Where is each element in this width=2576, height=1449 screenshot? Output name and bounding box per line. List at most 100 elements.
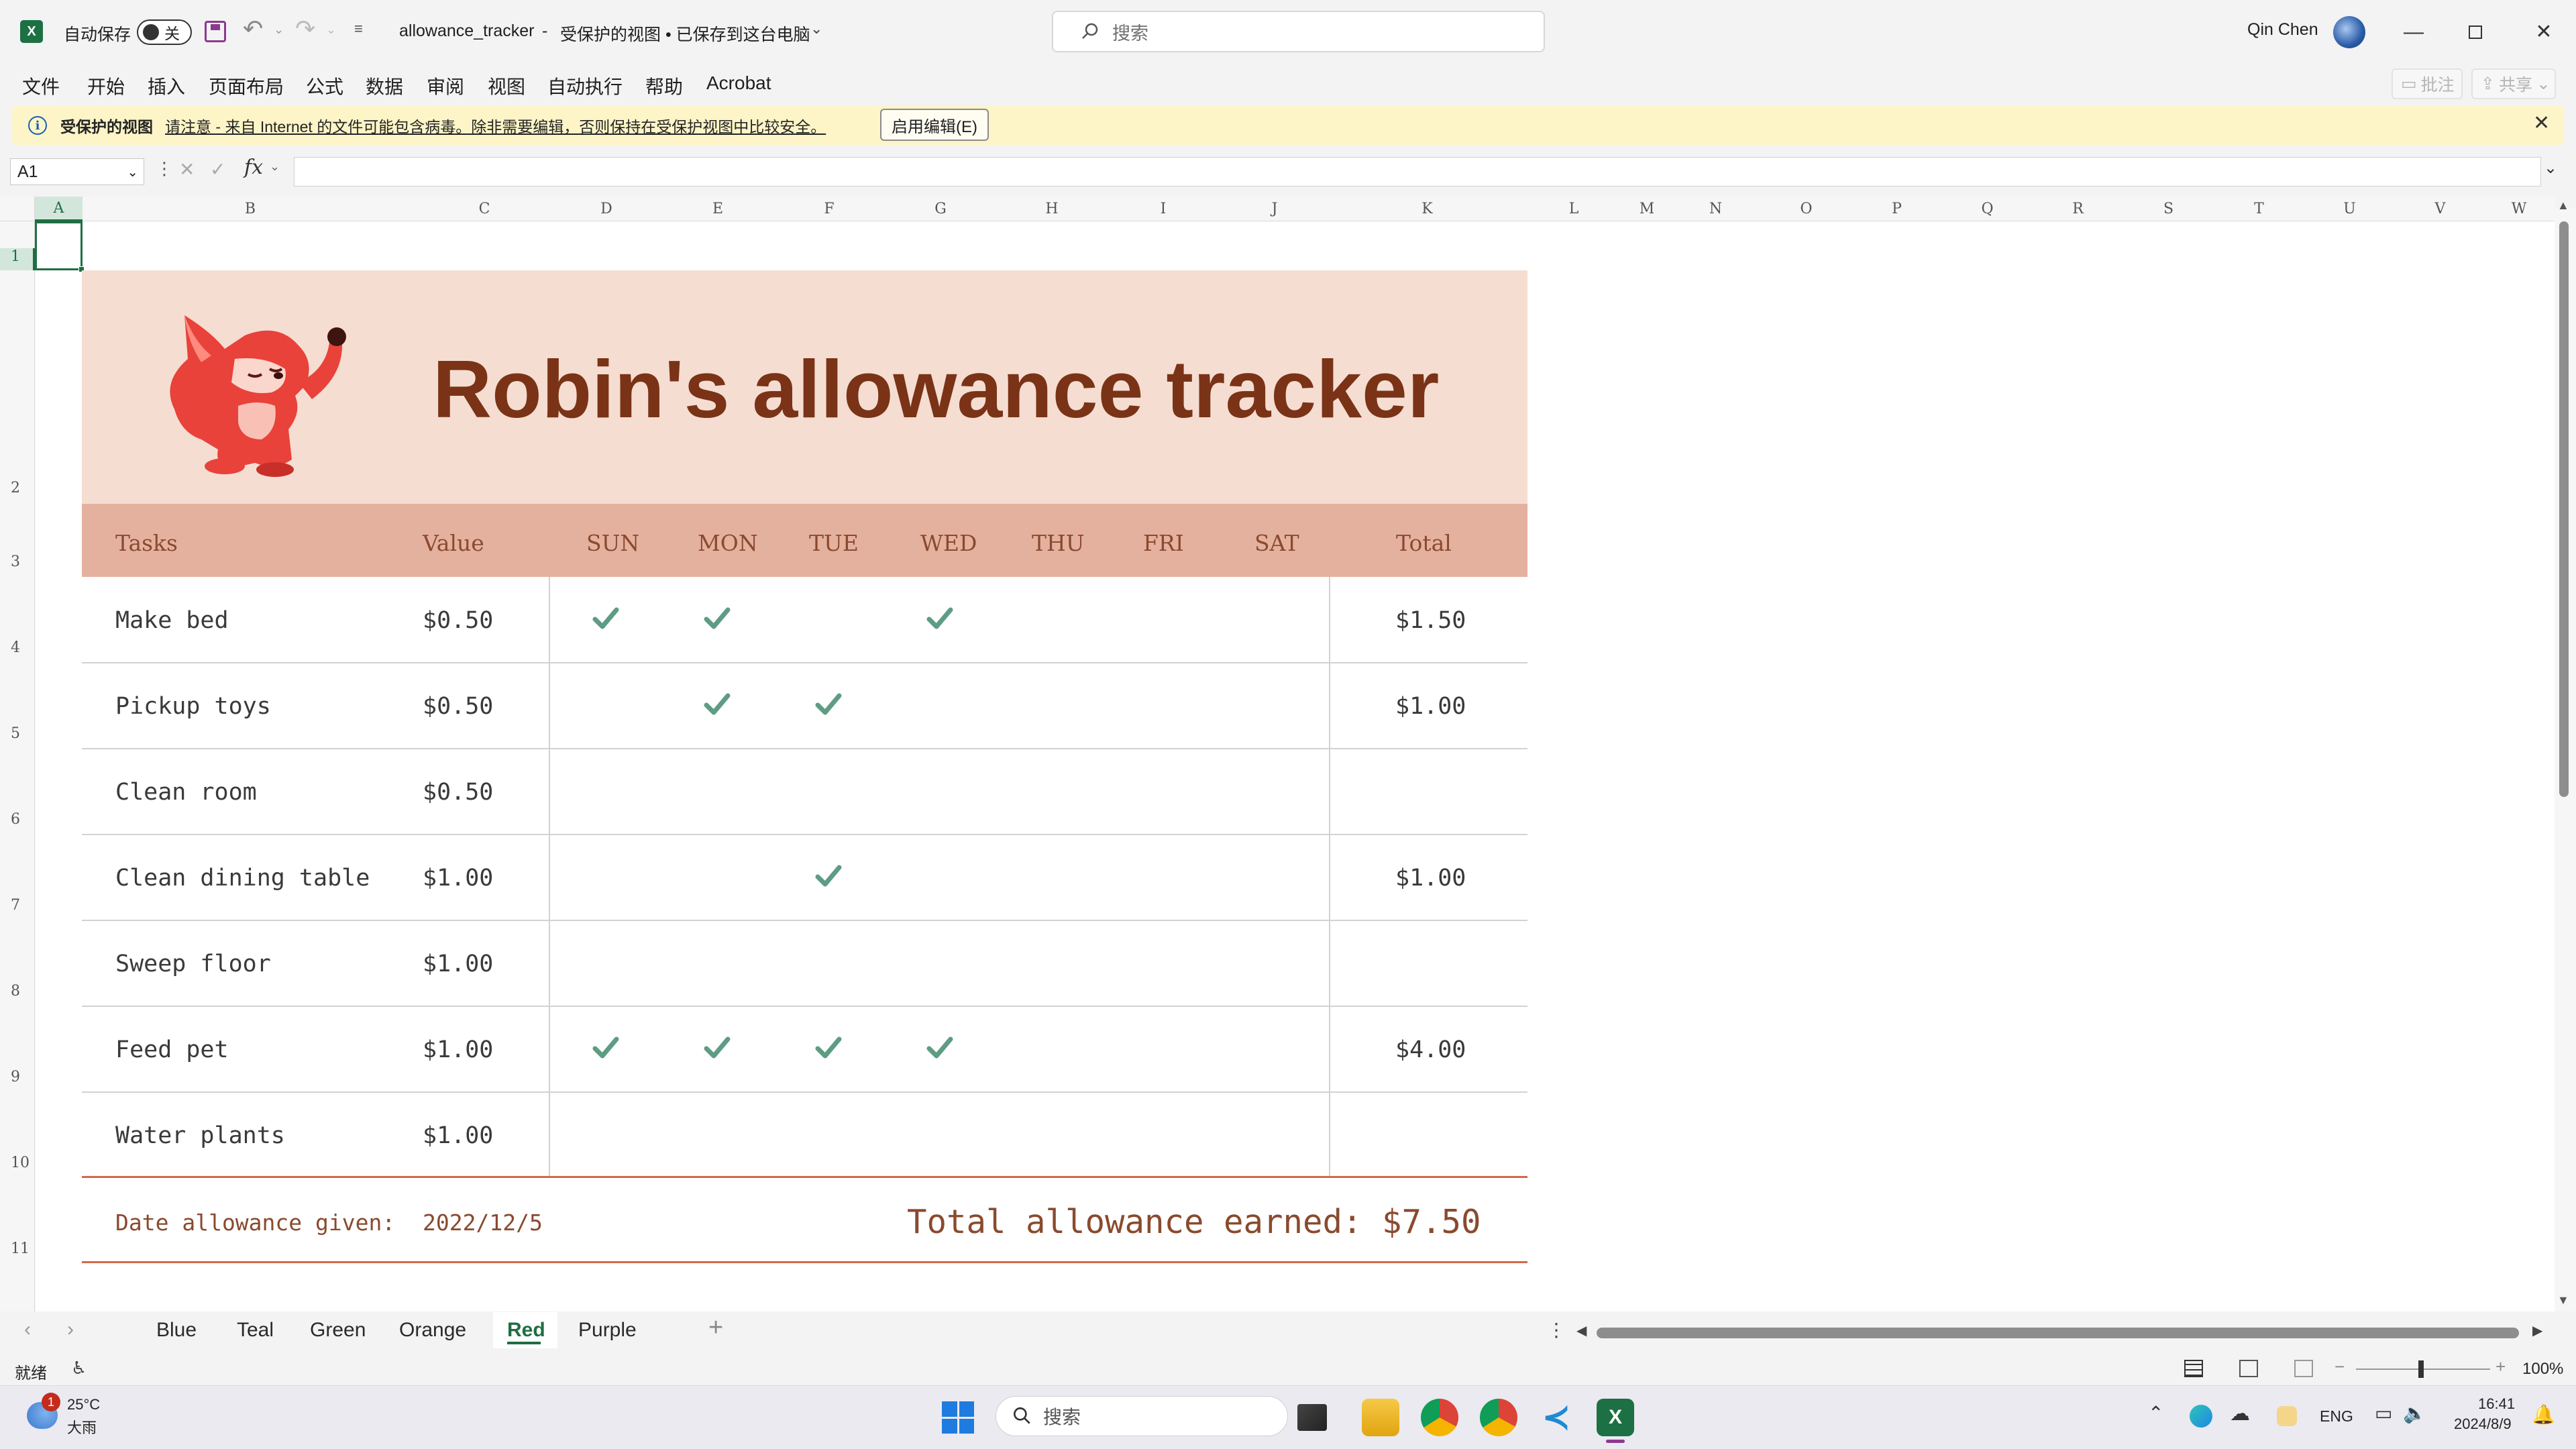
file-status[interactable]: 受保护的视图 • 已保存到这台电脑 [560,21,810,46]
menu-help[interactable]: 帮助 [645,72,683,99]
accessibility-icon[interactable]: ♿ [71,1358,87,1379]
minimize-button[interactable]: — [2383,0,2445,64]
insert-function-icon[interactable]: fx [244,156,263,179]
save-icon[interactable] [205,21,226,42]
col-header-u[interactable]: U [2304,197,2395,221]
page-break-view-icon[interactable] [2294,1360,2313,1377]
row-header-5[interactable]: 5 [0,725,35,742]
menu-page-layout[interactable]: 页面布局 [209,72,284,99]
redo-icon[interactable]: ↷ [295,15,315,43]
menu-home[interactable]: 开始 [87,72,125,99]
windows-start-icon[interactable] [942,1401,974,1434]
task-total[interactable]: $1.00 [1395,693,1466,720]
menu-automate[interactable]: 自动执行 [547,72,623,99]
menu-formulas[interactable]: 公式 [306,72,343,99]
vscode-icon[interactable]: ≺ [1538,1398,1575,1437]
taskbar-search[interactable]: 搜索 [996,1396,1288,1436]
formula-bar-more-icon[interactable]: ⋮ [156,158,173,179]
name-box[interactable]: A1 ⌄ [10,158,144,185]
col-header-s[interactable]: S [2123,197,2214,221]
sheet-tab-orange[interactable]: Orange [399,1319,466,1347]
sheet-tab-green[interactable]: Green [310,1319,366,1347]
expand-formula-bar-icon[interactable]: ⌄ [2544,158,2557,178]
menu-data[interactable]: 数据 [366,72,403,99]
task-name[interactable]: Sweep floor [115,951,271,977]
zoom-in-icon[interactable]: + [2496,1356,2506,1377]
show-hidden-icons[interactable]: ⌃ [2148,1402,2163,1424]
hscroll-left-icon[interactable]: ◀ [1576,1322,1587,1339]
network-icon[interactable]: ▭ [2375,1402,2392,1424]
col-header-h[interactable]: H [996,197,1108,221]
normal-view-icon[interactable] [2184,1360,2203,1377]
page-layout-view-icon[interactable] [2239,1360,2258,1377]
weather-temp[interactable]: 25°C [67,1396,100,1413]
user-name[interactable]: Qin Chen [2247,20,2318,40]
close-protected-bar-icon[interactable]: ✕ [2533,111,2550,135]
zoom-slider-thumb[interactable] [2418,1360,2424,1378]
zoom-out-icon[interactable]: − [2334,1356,2345,1377]
row-header-2[interactable]: 2 [0,480,35,496]
file-explorer-icon[interactable] [1362,1399,1399,1436]
col-header-g[interactable]: G [885,197,996,221]
row-header-8[interactable]: 8 [0,983,35,1000]
avatar[interactable] [2333,16,2365,48]
undo-dropdown-icon[interactable]: ⌄ [274,23,284,37]
task-value[interactable]: $1.00 [423,1122,493,1149]
redo-dropdown-icon[interactable]: ⌄ [326,23,336,37]
task-value[interactable]: $0.50 [423,693,493,720]
row-header-4[interactable]: 4 [0,639,35,656]
weather-desc[interactable]: 大雨 [67,1416,97,1438]
clock-date[interactable]: 2024/8/9 [2454,1415,2512,1433]
vertical-scroll-thumb[interactable] [2559,221,2569,797]
task-name[interactable]: Water plants [115,1122,285,1149]
sheet-tab-blue[interactable]: Blue [156,1319,197,1347]
task-value[interactable]: $1.00 [423,1036,493,1063]
share-button[interactable]: ⇪ 共享 ⌄ [2471,68,2556,99]
col-header-w[interactable]: W [2485,197,2553,221]
file-status-chevron-icon[interactable]: ⌄ [810,20,822,38]
menu-view[interactable]: 视图 [488,72,525,99]
task-value[interactable]: $1.00 [423,951,493,977]
date-given-value[interactable]: 2022/12/5 [423,1210,543,1236]
confirm-entry-icon[interactable]: ✓ [210,158,225,180]
restore-button[interactable] [2445,0,2506,64]
name-box-dropdown-icon[interactable]: ⌄ [127,164,138,180]
comments-button[interactable]: ▭ 批注 [2392,68,2463,99]
input-language[interactable]: ENG [2320,1407,2353,1426]
zoom-level[interactable]: 100% [2522,1360,2563,1379]
select-all-corner[interactable] [0,197,35,221]
task-value[interactable]: $0.50 [423,779,493,806]
col-header-t[interactable]: T [2214,197,2304,221]
row-header-11[interactable]: 11 [0,1240,35,1257]
row-header-6[interactable]: 6 [0,811,35,828]
row-header-7[interactable]: 7 [0,897,35,914]
task-total[interactable]: $1.00 [1395,865,1466,892]
add-sheet-icon[interactable]: + [708,1313,723,1342]
menu-review[interactable]: 审阅 [427,72,464,99]
clock-time[interactable]: 16:41 [2478,1395,2515,1413]
task-name[interactable]: Clean dining table [115,865,370,892]
row-header-9[interactable]: 9 [0,1069,35,1085]
col-header-n[interactable]: N [1670,197,1761,221]
task-value[interactable]: $0.50 [423,607,493,634]
col-header-o[interactable]: O [1761,197,1851,221]
tab-options-icon[interactable]: ⋮ [1547,1319,1566,1341]
col-header-l[interactable]: L [1524,197,1623,221]
active-cell-a1[interactable] [35,221,85,272]
chrome-icon[interactable] [1421,1399,1458,1436]
excel-taskbar-icon[interactable]: X [1597,1399,1634,1436]
prev-sheet-icon[interactable]: ‹ [24,1318,31,1341]
col-header-b[interactable]: B [83,197,418,221]
hscroll-right-icon[interactable]: ▶ [2532,1322,2542,1339]
scroll-up-icon[interactable]: ▲ [2557,199,2569,213]
customize-toolbar-icon[interactable]: ≡ [354,20,363,38]
horizontal-scroll-thumb[interactable] [1597,1328,2519,1338]
col-header-f[interactable]: F [773,197,885,221]
close-button[interactable]: ✕ [2513,0,2575,64]
chrome-profile-icon[interactable] [1480,1399,1517,1436]
col-header-c[interactable]: C [418,197,551,221]
task-name[interactable]: Pickup toys [115,693,271,720]
undo-icon[interactable]: ↶ [243,15,263,43]
col-header-e[interactable]: E [662,197,773,221]
row-header-3[interactable]: 3 [0,553,35,570]
